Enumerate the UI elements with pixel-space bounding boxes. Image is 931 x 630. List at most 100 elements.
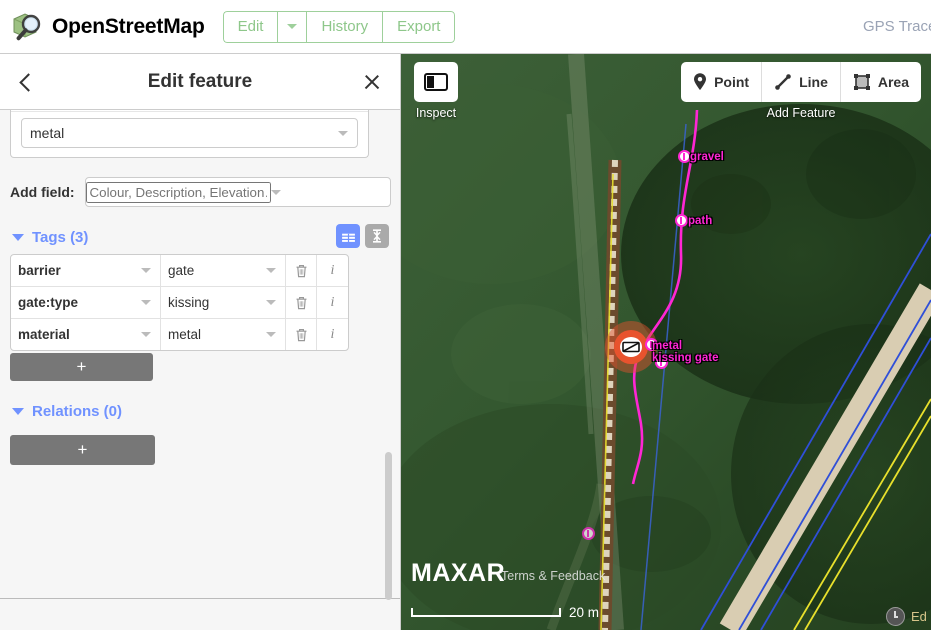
- chevron-down-icon[interactable]: [266, 268, 276, 273]
- chevron-left-icon: [18, 72, 38, 92]
- sidebar-divider: [0, 598, 400, 599]
- tag-key-cell[interactable]: [11, 319, 161, 350]
- entity-editor-sidebar: Edit feature Add field:: [0, 54, 401, 630]
- chevron-down-icon[interactable]: [141, 268, 151, 273]
- scale-bar-label: 20 m: [569, 605, 600, 620]
- add-field-combo[interactable]: [84, 177, 391, 207]
- map-vertex-lower[interactable]: [582, 527, 595, 540]
- map-vertex-gate[interactable]: [645, 338, 658, 351]
- tag-table: i: [10, 254, 349, 351]
- tag-key-input[interactable]: [11, 327, 141, 342]
- tag-value-input[interactable]: [161, 327, 266, 342]
- tag-value-cell[interactable]: [161, 287, 286, 318]
- entity-editor-header: Edit feature: [0, 54, 400, 110]
- delete-tag-button[interactable]: [286, 287, 317, 318]
- header-button-group: Edit History Export: [222, 10, 456, 43]
- scale-bar-line: [411, 608, 561, 617]
- add-tag-button[interactable]: +: [10, 353, 153, 381]
- relations-disclosure[interactable]: Relations (0): [0, 381, 400, 426]
- add-line-button[interactable]: Line: [762, 62, 841, 102]
- issues-clock-icon[interactable]: [886, 607, 905, 626]
- brand[interactable]: OpenStreetMap: [10, 10, 205, 44]
- chevron-down-icon: [287, 24, 298, 30]
- tag-key-cell[interactable]: [11, 287, 161, 318]
- add-area-label: Area: [877, 74, 909, 90]
- info-icon: i: [330, 326, 335, 342]
- map-vertex-gravel[interactable]: [678, 150, 691, 163]
- add-area-button[interactable]: Area: [840, 62, 921, 102]
- info-icon: i: [330, 262, 335, 278]
- material-field-combo[interactable]: [21, 118, 358, 148]
- chevron-down-icon[interactable]: [338, 130, 348, 136]
- map-status-bar: Ed: [886, 607, 931, 626]
- tag-info-button[interactable]: i: [317, 319, 348, 350]
- add-relation-button[interactable]: +: [10, 435, 155, 465]
- map-canvas[interactable]: gravel path metal kissing gate Inspect P…: [401, 54, 931, 630]
- point-marker-icon: [694, 73, 707, 90]
- add-field-row: Add field:: [0, 163, 400, 207]
- terms-feedback-link[interactable]: Terms & Feedback: [501, 569, 605, 583]
- add-feature-toolbar: Point Line Area Add Feature: [681, 62, 921, 120]
- map-vertex-path[interactable]: [675, 214, 688, 227]
- delete-tag-button[interactable]: [286, 255, 317, 286]
- selected-node-gate[interactable]: [614, 330, 648, 364]
- tag-value-cell[interactable]: [161, 255, 286, 286]
- close-icon: [363, 73, 381, 91]
- gps-traces-link[interactable]: GPS Traces: [863, 18, 931, 35]
- tag-key-cell[interactable]: [11, 255, 161, 286]
- relations-section-title[interactable]: Relations (0): [32, 403, 122, 420]
- tags-section-title[interactable]: Tags (3): [32, 229, 88, 246]
- chevron-down-icon[interactable]: [12, 234, 24, 241]
- brand-name: OpenStreetMap: [52, 14, 205, 38]
- scrolled-field-stub: [11, 110, 368, 112]
- sidebar-toggle-icon[interactable]: [414, 62, 458, 102]
- tag-value-input[interactable]: [161, 295, 266, 310]
- chevron-down-icon[interactable]: [141, 300, 151, 305]
- text-view-icon[interactable]: [365, 224, 389, 248]
- tag-info-button[interactable]: i: [317, 255, 348, 286]
- svg-text:MAXAR: MAXAR: [411, 559, 505, 587]
- edit-button[interactable]: Edit: [222, 10, 278, 43]
- tag-value-cell[interactable]: [161, 319, 286, 350]
- tag-key-input[interactable]: [11, 295, 141, 310]
- edits-count-label[interactable]: Ed: [911, 609, 929, 624]
- add-point-button[interactable]: Point: [681, 62, 763, 102]
- material-field-group: [10, 110, 369, 158]
- tag-key-input[interactable]: [11, 263, 141, 278]
- material-field-input[interactable]: [22, 120, 338, 146]
- tag-view-toggle-group: [336, 224, 389, 248]
- table-row: i: [11, 255, 348, 287]
- inspect-toggle[interactable]: Inspect: [414, 62, 458, 120]
- history-button[interactable]: History: [306, 10, 383, 43]
- tag-value-input[interactable]: [161, 263, 266, 278]
- sidebar-scrollbar[interactable]: [385, 452, 392, 600]
- gate-icon: [620, 337, 642, 357]
- add-feature-caption: Add Feature: [766, 106, 836, 120]
- inspect-label: Inspect: [415, 106, 457, 120]
- table-row: i: [11, 287, 348, 319]
- table-row: i: [11, 319, 348, 350]
- chevron-down-icon[interactable]: [12, 408, 24, 415]
- tags-disclosure[interactable]: Tags (3): [0, 207, 400, 252]
- table-view-icon[interactable]: [336, 224, 360, 248]
- chevron-down-icon[interactable]: [270, 189, 281, 195]
- back-button[interactable]: [4, 54, 52, 110]
- close-button[interactable]: [348, 54, 396, 110]
- chevron-down-icon[interactable]: [141, 332, 151, 337]
- add-feature-button-group: Point Line Area: [681, 62, 921, 102]
- trash-icon: [296, 328, 306, 341]
- add-field-input[interactable]: [85, 181, 271, 203]
- export-button[interactable]: Export: [382, 10, 456, 43]
- trash-icon: [296, 264, 306, 277]
- chevron-down-icon[interactable]: [266, 332, 276, 337]
- line-icon: [775, 74, 791, 90]
- header-right-links: GPS Traces: [863, 18, 931, 35]
- chevron-down-icon[interactable]: [266, 300, 276, 305]
- info-icon: i: [330, 294, 335, 310]
- add-line-label: Line: [799, 74, 828, 90]
- tag-info-button[interactable]: i: [317, 287, 348, 318]
- edit-dropdown-caret-button[interactable]: [277, 10, 307, 43]
- delete-tag-button[interactable]: [286, 319, 317, 350]
- add-point-label: Point: [714, 74, 750, 90]
- map-vertex-path-lower[interactable]: [655, 356, 668, 369]
